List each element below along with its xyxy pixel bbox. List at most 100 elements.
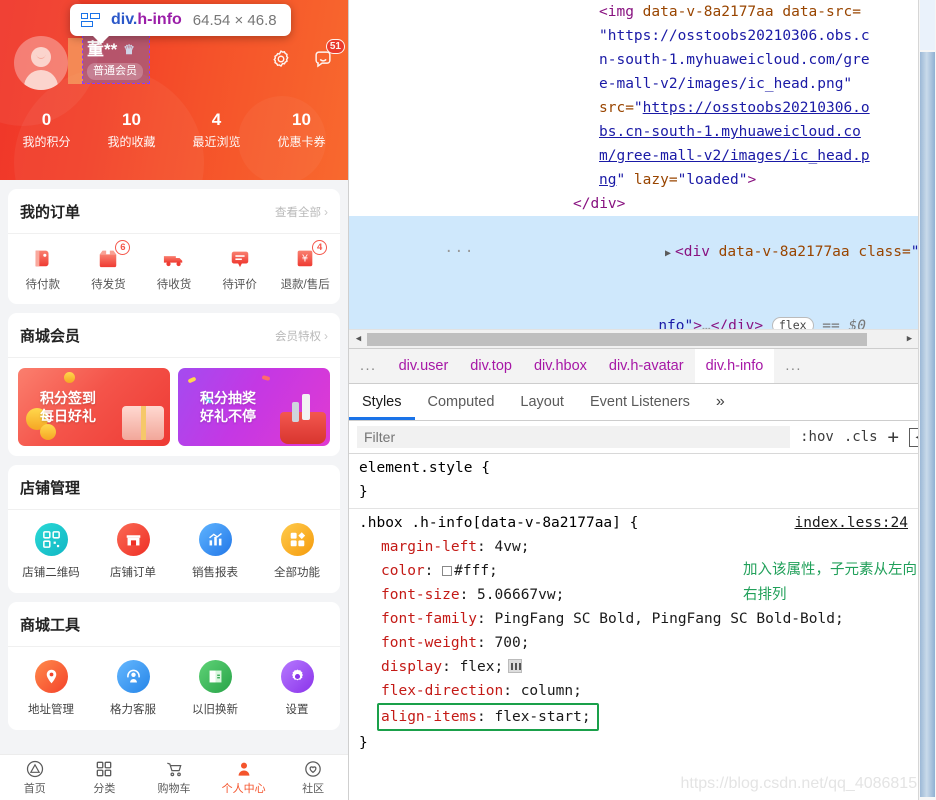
dom-line[interactable]: e-mall-v2/images/ic_head.png" <box>363 72 936 96</box>
tab-more-icon[interactable]: » <box>703 384 738 420</box>
css-source-link[interactable]: index.less:24 <box>795 511 909 535</box>
tabbar-item-cart[interactable]: 购物车 <box>139 755 209 800</box>
tabbar-label: 购物车 <box>157 783 191 795</box>
browser-scrollbar-thumb[interactable] <box>920 52 935 797</box>
css-property[interactable]: flex-direction <box>381 683 503 699</box>
hov-toggle[interactable]: :hov <box>800 429 834 445</box>
stat-item[interactable]: 10 优惠卡券 <box>259 108 344 152</box>
css-declaration[interactable]: margin-left: 4vw; <box>359 535 926 559</box>
breadcrumb-overflow-right[interactable]: ... <box>774 349 813 383</box>
browser-scrollbar[interactable] <box>918 0 936 800</box>
flex-editor-icon[interactable] <box>508 659 523 673</box>
css-declaration-highlighted[interactable]: align-items: flex-start; <box>359 703 926 731</box>
order-status-item[interactable]: ¥ 4 退款/售后 <box>272 240 338 292</box>
css-rule-hbox-h-info[interactable]: .hbox .h-info[data-v-8a2177aa] { index.l… <box>349 509 936 759</box>
tool-item[interactable]: 地址管理 <box>10 660 92 717</box>
css-declaration[interactable]: font-weight: 700; <box>359 631 926 655</box>
shop-item[interactable]: 全部功能 <box>256 523 338 580</box>
css-rule-element-style[interactable]: element.style { } <box>349 454 936 509</box>
stat-label: 我的积分 <box>22 135 71 149</box>
browser-scrollbar-track-top[interactable] <box>920 0 935 50</box>
book-exchange-icon <box>198 660 232 693</box>
css-property[interactable]: color <box>381 563 425 579</box>
order-status-item[interactable]: 待付款 <box>10 247 76 292</box>
scroll-right-icon[interactable]: ▶ <box>903 330 916 348</box>
banner-signin[interactable]: 积分签到 每日好礼 <box>18 368 170 446</box>
tab-event-listeners[interactable]: Event Listeners <box>577 384 703 420</box>
css-value[interactable]: #fff <box>454 563 489 579</box>
dom-line[interactable]: ng" lazy="loaded"> <box>363 168 936 192</box>
css-declaration[interactable]: display: flex; <box>359 655 926 679</box>
shop-item[interactable]: 店铺订单 <box>92 523 174 580</box>
banner-line1: 积分签到 <box>40 390 96 406</box>
css-value[interactable]: flex <box>460 659 495 675</box>
tool-item[interactable]: 设置 <box>256 660 338 717</box>
mobile-page-preview: 董** ♛ 普通会员 51 0 我的积分 10 我的收藏 4 最近浏览 10 优… <box>0 0 348 800</box>
stat-item[interactable]: 10 我的收藏 <box>89 108 174 152</box>
css-value[interactable]: 700 <box>495 635 521 651</box>
breadcrumb-item-div-h-avatar[interactable]: div.h-avatar <box>598 349 695 383</box>
tabbar-item-home[interactable]: 首页 <box>0 755 70 800</box>
tool-item[interactable]: 以旧换新 <box>174 660 256 717</box>
css-value[interactable]: column <box>521 683 573 699</box>
dom-horizontal-scrollbar[interactable]: ◀ ▶ <box>349 329 936 348</box>
tabbar-item-profile[interactable]: 个人中心 <box>209 755 279 800</box>
dom-line[interactable]: m/gree-mall-v2/images/ic_head.p <box>363 144 936 168</box>
search-input[interactable] <box>357 426 791 448</box>
tabbar-item-community[interactable]: 社区 <box>278 755 348 800</box>
shop-item[interactable]: 店铺二维码 <box>10 523 92 580</box>
css-property[interactable]: display <box>381 659 442 675</box>
user-avatar-icon[interactable] <box>14 36 68 90</box>
css-value[interactable]: flex-start <box>495 709 582 725</box>
css-declaration[interactable]: font-family: PingFang SC Bold, PingFang … <box>359 607 926 631</box>
dom-line[interactable]: <img data-v-8a2177aa data-src= <box>363 0 936 24</box>
css-property[interactable]: font-family <box>381 611 477 627</box>
dom-line[interactable]: "https://osstoobs20210306.obs.c <box>363 24 936 48</box>
css-property[interactable]: margin-left <box>381 539 477 555</box>
css-declaration[interactable]: flex-direction: column; <box>359 679 926 703</box>
stat-value: 10 <box>122 110 141 129</box>
view-all-link[interactable]: 查看全部 › <box>275 204 328 220</box>
message-icon[interactable]: 51 <box>312 39 345 70</box>
css-selector[interactable]: element.style { <box>359 456 926 480</box>
color-swatch[interactable] <box>442 566 453 576</box>
dom-line[interactable]: </div> <box>363 192 936 216</box>
tab-layout[interactable]: Layout <box>507 384 577 420</box>
css-value[interactable]: 4vw <box>495 539 521 555</box>
new-style-rule-button[interactable]: + <box>888 428 899 447</box>
breadcrumb-item-div-top[interactable]: div.top <box>459 349 523 383</box>
scroll-left-icon[interactable]: ◀ <box>352 330 365 348</box>
css-property[interactable]: font-weight <box>381 635 477 651</box>
breadcrumb-overflow-left[interactable]: ... <box>349 349 388 383</box>
css-value[interactable]: PingFang SC Bold, PingFang SC Bold-Bold <box>495 611 835 627</box>
breadcrumb-item-div-user[interactable]: div.user <box>388 349 460 383</box>
stat-item[interactable]: 0 我的积分 <box>4 108 89 152</box>
order-status-item[interactable]: 待收货 <box>141 247 207 292</box>
refund-icon: ¥ 4 <box>292 240 328 269</box>
breadcrumb-item-div-h-info[interactable]: div.h-info <box>694 349 775 383</box>
banner-lottery[interactable]: 积分抽奖 好礼不停 <box>178 368 330 446</box>
shop-item[interactable]: 销售报表 <box>174 523 256 580</box>
dom-line[interactable]: n-south-1.myhuaweicloud.com/gre <box>363 48 936 72</box>
dom-horizontal-scrollbar-thumb[interactable] <box>367 333 867 346</box>
order-status-item[interactable]: 待评价 <box>207 247 273 292</box>
css-value[interactable]: 5.06667vw <box>477 587 556 603</box>
gear-icon[interactable] <box>270 48 292 70</box>
tab-computed[interactable]: Computed <box>415 384 508 420</box>
cls-toggle[interactable]: .cls <box>844 429 878 445</box>
qrcode-icon <box>34 523 68 556</box>
dom-line[interactable]: bs.cn-south-1.myhuaweicloud.co <box>363 120 936 144</box>
stat-item[interactable]: 4 最近浏览 <box>174 108 259 152</box>
tabbar-label: 分类 <box>93 783 116 795</box>
css-property[interactable]: font-size <box>381 587 460 603</box>
member-privilege-link[interactable]: 会员特权 › <box>275 328 328 344</box>
tabbar-item-category[interactable]: 分类 <box>70 755 140 800</box>
tool-item[interactable]: 格力客服 <box>92 660 174 717</box>
css-property[interactable]: align-items <box>381 709 477 725</box>
dom-line-selected[interactable]: ···▶<div data-v-8a2177aa class="h-i <box>349 216 936 290</box>
breadcrumb-item-div-hbox[interactable]: div.hbox <box>523 349 598 383</box>
dom-line[interactable]: src="https://osstoobs20210306.o <box>363 96 936 120</box>
shopping-cart-icon <box>167 762 182 777</box>
tab-styles[interactable]: Styles <box>349 384 415 420</box>
order-status-item[interactable]: 6 待发货 <box>76 240 142 292</box>
